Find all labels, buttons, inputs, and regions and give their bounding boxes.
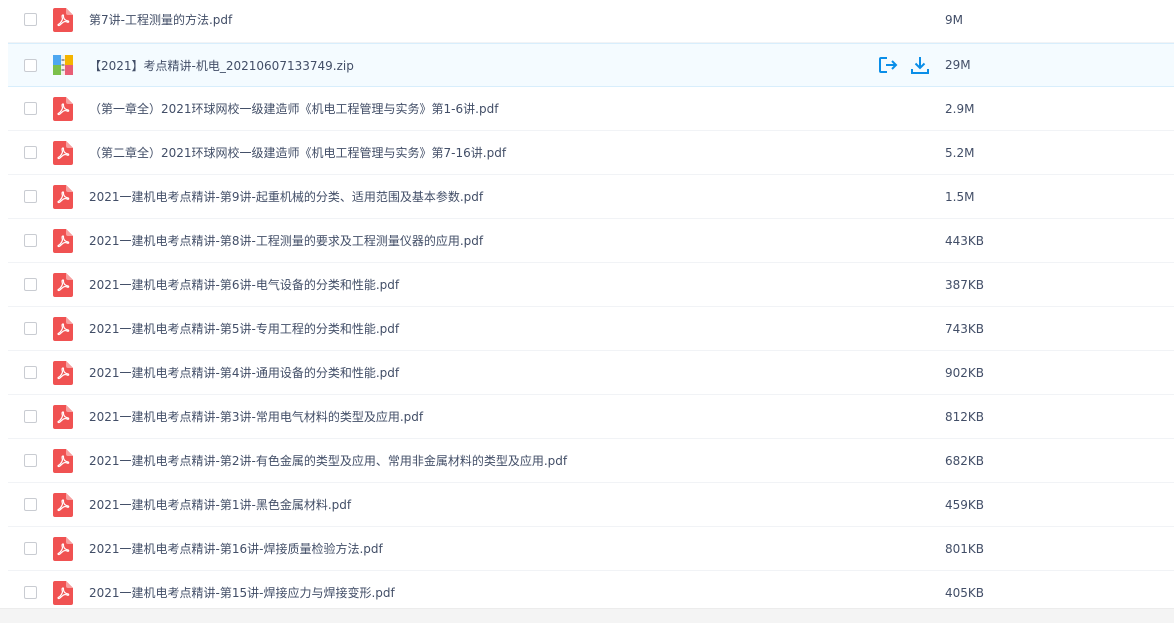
file-name[interactable]: 2021一建机电考点精讲-第8讲-工程测量的要求及工程测量仪器的应用.pdf: [89, 232, 483, 249]
file-name[interactable]: 2021一建机电考点精讲-第5讲-专用工程的分类和性能.pdf: [89, 320, 399, 337]
file-size: 443KB: [945, 233, 985, 248]
file-row[interactable]: 2021一建机电考点精讲-第4讲-通用设备的分类和性能.pdf 902KB: [8, 351, 1174, 395]
file-name[interactable]: 2021一建机电考点精讲-第15讲-焊接应力与焊接变形.pdf: [89, 584, 395, 601]
pdf-icon: [53, 272, 73, 297]
file-row[interactable]: 第7讲-工程测量的方法.pdf 9M: [8, 0, 1174, 43]
row-checkbox[interactable]: [24, 58, 37, 72]
file-name[interactable]: 2021一建机电考点精讲-第3讲-常用电气材料的类型及应用.pdf: [89, 408, 423, 425]
pdf-icon: [53, 536, 73, 561]
file-size: 801KB: [945, 541, 985, 556]
file-row[interactable]: 2021一建机电考点精讲-第2讲-有色金属的类型及应用、常用非金属材料的类型及应…: [8, 439, 1174, 483]
file-size: 29M: [945, 58, 971, 72]
row-checkbox[interactable]: [24, 586, 37, 599]
row-checkbox[interactable]: [24, 190, 37, 203]
zip-icon: [53, 55, 73, 75]
pdf-icon: [53, 580, 73, 605]
file-name[interactable]: 2021一建机电考点精讲-第16讲-焊接质量检验方法.pdf: [89, 540, 383, 557]
file-size: 812KB: [945, 409, 985, 424]
file-size: 902KB: [945, 365, 985, 380]
row-checkbox[interactable]: [24, 454, 37, 467]
pdf-icon: [53, 96, 73, 121]
pdf-icon: [53, 492, 73, 517]
file-name[interactable]: （第一章全）2021环球网校一级建造师《机电工程管理与实务》第1-6讲.pdf: [89, 100, 498, 117]
pdf-icon: [53, 184, 73, 209]
file-name[interactable]: 2021一建机电考点精讲-第4讲-通用设备的分类和性能.pdf: [89, 364, 399, 381]
file-name[interactable]: 【2021】考点精讲-机电_20210607133749.zip: [89, 57, 354, 74]
file-size: 405KB: [945, 585, 985, 600]
row-checkbox[interactable]: [24, 234, 37, 247]
row-checkbox[interactable]: [24, 322, 37, 335]
row-checkbox[interactable]: [24, 410, 37, 423]
pdf-icon: [53, 228, 73, 253]
row-checkbox[interactable]: [24, 498, 37, 511]
pdf-icon: [53, 316, 73, 341]
share-icon[interactable]: [878, 55, 898, 75]
row-checkbox[interactable]: [24, 146, 37, 159]
row-actions: [878, 55, 930, 75]
row-checkbox[interactable]: [24, 366, 37, 379]
file-name[interactable]: 第7讲-工程测量的方法.pdf: [89, 11, 232, 28]
row-checkbox[interactable]: [24, 13, 37, 26]
file-name[interactable]: 2021一建机电考点精讲-第9讲-起重机械的分类、适用范围及基本参数.pdf: [89, 188, 483, 205]
file-row[interactable]: （第二章全）2021环球网校一级建造师《机电工程管理与实务》第7-16讲.pdf…: [8, 131, 1174, 175]
file-name[interactable]: （第二章全）2021环球网校一级建造师《机电工程管理与实务》第7-16讲.pdf: [89, 144, 506, 161]
file-size: 459KB: [945, 497, 985, 512]
pdf-icon: [53, 404, 73, 429]
file-size: 2.9M: [945, 101, 975, 116]
file-size: 682KB: [945, 453, 985, 468]
file-row[interactable]: 2021一建机电考点精讲-第6讲-电气设备的分类和性能.pdf 387KB: [8, 263, 1174, 307]
row-checkbox[interactable]: [24, 278, 37, 291]
pdf-icon: [53, 448, 73, 473]
file-row[interactable]: 2021一建机电考点精讲-第3讲-常用电气材料的类型及应用.pdf 812KB: [8, 395, 1174, 439]
file-size: 9M: [945, 12, 963, 27]
file-name[interactable]: 2021一建机电考点精讲-第2讲-有色金属的类型及应用、常用非金属材料的类型及应…: [89, 452, 567, 469]
file-size: 387KB: [945, 277, 985, 292]
file-size: 743KB: [945, 321, 985, 336]
file-row[interactable]: 【2021】考点精讲-机电_20210607133749.zip 29M: [8, 43, 1174, 87]
row-checkbox[interactable]: [24, 102, 37, 115]
row-checkbox[interactable]: [24, 542, 37, 555]
file-row[interactable]: 2021一建机电考点精讲-第1讲-黑色金属材料.pdf 459KB: [8, 483, 1174, 527]
file-size: 1.5M: [945, 189, 975, 204]
download-icon[interactable]: [910, 55, 930, 75]
file-row[interactable]: 2021一建机电考点精讲-第16讲-焊接质量检验方法.pdf 801KB: [8, 527, 1174, 571]
file-row[interactable]: 2021一建机电考点精讲-第5讲-专用工程的分类和性能.pdf 743KB: [8, 307, 1174, 351]
file-row[interactable]: （第一章全）2021环球网校一级建造师《机电工程管理与实务》第1-6讲.pdf 2…: [8, 87, 1174, 131]
pdf-icon: [53, 140, 73, 165]
file-name[interactable]: 2021一建机电考点精讲-第6讲-电气设备的分类和性能.pdf: [89, 276, 399, 293]
file-row[interactable]: 2021一建机电考点精讲-第8讲-工程测量的要求及工程测量仪器的应用.pdf 44…: [8, 219, 1174, 263]
pdf-icon: [53, 360, 73, 385]
pdf-icon: [53, 7, 73, 32]
file-size: 5.2M: [945, 145, 975, 160]
file-name[interactable]: 2021一建机电考点精讲-第1讲-黑色金属材料.pdf: [89, 496, 351, 513]
file-list: 第7讲-工程测量的方法.pdf 9M 【2021】考点精讲-机电_202106071…: [8, 0, 1174, 615]
horizontal-scrollbar[interactable]: [0, 608, 1174, 623]
file-row[interactable]: 2021一建机电考点精讲-第9讲-起重机械的分类、适用范围及基本参数.pdf 1.…: [8, 175, 1174, 219]
